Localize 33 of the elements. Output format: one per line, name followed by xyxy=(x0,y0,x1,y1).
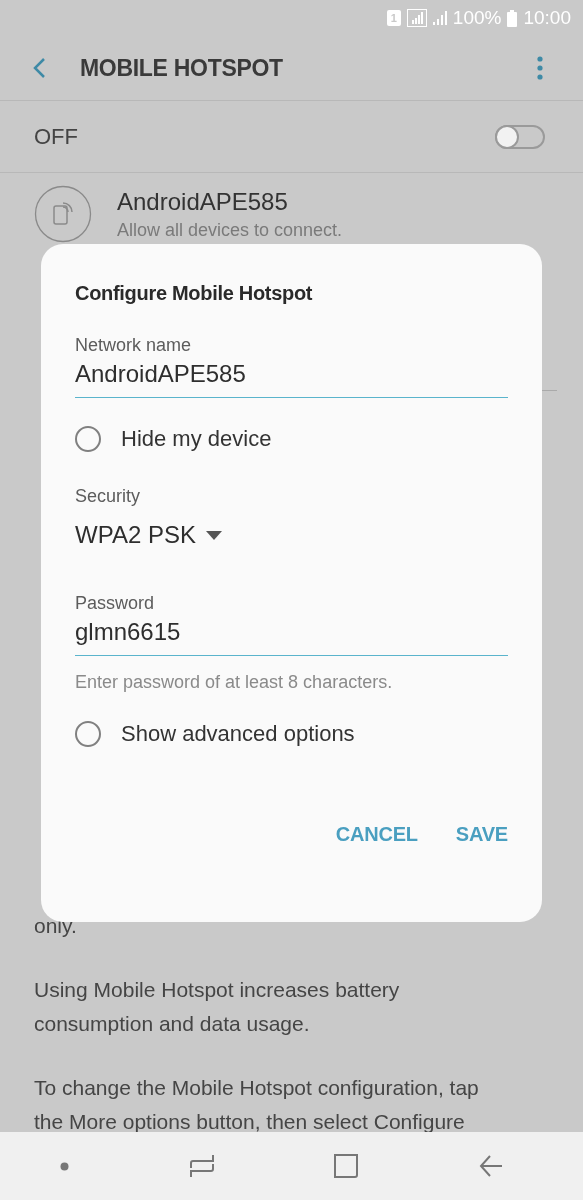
hotspot-icon xyxy=(34,185,92,243)
hotspot-switch[interactable] xyxy=(495,124,545,149)
radio-button[interactable] xyxy=(75,721,101,747)
hint-text: Enter password of at least 8 characters. xyxy=(75,672,393,693)
input-field[interactable]: glmn6615 xyxy=(75,614,508,656)
dialog-title: Configure Mobile Hotspot xyxy=(75,282,314,305)
info-text: Using Mobile Hotspot increases battery xyxy=(34,977,400,1003)
field-label: Security xyxy=(75,486,141,507)
switch-label: OFF xyxy=(34,123,78,150)
recent-apps-icon[interactable] xyxy=(189,1154,214,1178)
radio-button[interactable] xyxy=(75,426,101,452)
network-name: AndroidAPE585 xyxy=(117,187,289,216)
more-options-icon[interactable] xyxy=(537,56,543,80)
input-field[interactable]: AndroidAPE585 xyxy=(75,356,508,398)
field-label: Network name xyxy=(75,335,192,356)
screen-title: MOBILE HOTSPOT xyxy=(80,54,284,82)
back-icon[interactable] xyxy=(478,1154,503,1178)
home-icon[interactable] xyxy=(334,1154,359,1178)
security-dropdown[interactable]: WPA2 PSK xyxy=(75,521,222,549)
signal-icon xyxy=(432,11,447,25)
option-label: Hide my device xyxy=(121,426,272,452)
info-text: To change the Mobile Hotspot configuration, tap xyxy=(34,1075,479,1101)
battery-icon xyxy=(507,9,518,27)
signal-icon xyxy=(406,9,427,27)
back-icon[interactable] xyxy=(32,57,46,79)
info-text: only. xyxy=(34,913,77,939)
info-text: the More options button, then select Configure xyxy=(34,1109,465,1135)
dropdown-icon xyxy=(205,530,222,540)
option-label: Show advanced options xyxy=(121,721,355,747)
field-label: Password xyxy=(75,593,155,614)
network-subtitle: Allow all devices to connect. xyxy=(117,219,343,241)
info-text: consumption and data usage. xyxy=(34,1011,310,1037)
dot-icon[interactable] xyxy=(60,1161,70,1171)
